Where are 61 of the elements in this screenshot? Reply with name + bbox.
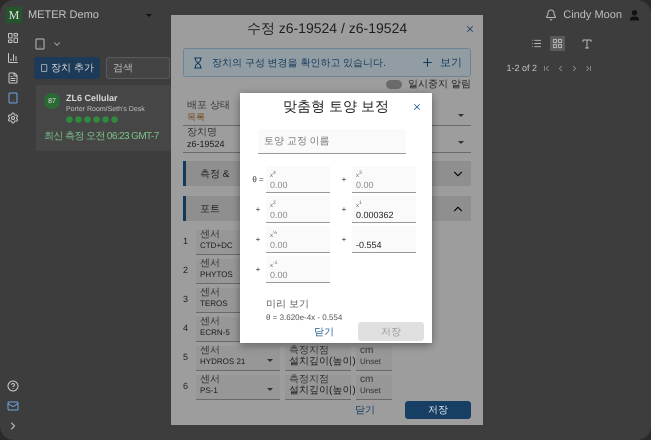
org-name[interactable]: METER Demo (28, 9, 99, 21)
sign-label: + (340, 205, 348, 214)
bar-chart-icon[interactable] (7, 52, 19, 64)
tablet-icon[interactable] (34, 38, 46, 50)
logo: M (6, 7, 22, 23)
name-field[interactable]: 토양 교정 이름 (258, 129, 406, 154)
caret-icon (457, 140, 465, 145)
device-name: ZL6 Cellular (66, 93, 118, 103)
toggle-switch[interactable] (386, 80, 402, 89)
sign-label: + (254, 205, 262, 214)
toggle-label: 일시중지 알림 (408, 78, 471, 90)
dialog-title: 수정 z6-19524 / z6-19524 (246, 20, 408, 38)
port-number: 2 (183, 264, 190, 274)
last-page-icon[interactable] (584, 64, 593, 72)
pagination-label: 1-2 of 2 (506, 63, 537, 73)
status-dots-drawing (66, 116, 118, 123)
caret-icon (266, 387, 274, 392)
previous-page-icon[interactable] (556, 64, 565, 72)
close-button[interactable] (465, 24, 475, 34)
next-page-icon[interactable] (570, 64, 579, 72)
port-number: 3 (183, 294, 190, 304)
depth-field[interactable]: cm Unset (356, 346, 392, 371)
sign-label: θ = (252, 175, 264, 184)
sign-label: + (254, 265, 262, 274)
depth-field[interactable]: cm Unset (356, 375, 392, 400)
coefficient-field[interactable]: -0.554 (352, 226, 416, 253)
mail-icon[interactable] (7, 400, 19, 412)
tablet-icon (40, 63, 48, 73)
port-number: 1 (183, 236, 190, 246)
sign-label: + (254, 235, 262, 244)
help-icon[interactable] (7, 380, 19, 392)
port-number: 5 (183, 352, 190, 362)
latest-reading: 최신 측정 오전 06:23 GMT-7 (44, 130, 159, 143)
sensor-select[interactable]: 센서 PS-1 (196, 375, 280, 400)
sign-label: + (340, 235, 348, 244)
grid-view-button[interactable] (550, 36, 565, 51)
close-button[interactable]: 닫기 (347, 401, 383, 419)
bell-icon[interactable] (545, 9, 558, 21)
dashboard-icon[interactable] (7, 32, 19, 44)
save-button[interactable]: 저장 (405, 401, 471, 419)
dialog-title: 맞춤형 토양 보정 (283, 98, 389, 116)
sensor-select[interactable]: 센서 HYDROS 21 (196, 346, 280, 371)
search-field[interactable]: 검색 (106, 57, 170, 79)
text-icon[interactable] (581, 38, 593, 50)
banner-text: 장치의 구성 변경을 확인하고 있습니다. (212, 56, 387, 70)
tablet-icon[interactable] (7, 92, 19, 104)
plus-icon (421, 56, 434, 69)
close-button[interactable]: 닫기 (306, 322, 342, 340)
view-button[interactable]: 보기 (421, 55, 462, 70)
first-page-icon[interactable] (542, 64, 551, 72)
port-number: 6 (183, 380, 190, 390)
close-button[interactable] (412, 102, 422, 112)
settings-icon[interactable] (7, 112, 19, 124)
sign-label: + (340, 175, 348, 184)
port-number: 4 (183, 322, 190, 332)
user-name[interactable]: Cindy Moon (563, 9, 622, 21)
caret-icon (457, 113, 465, 118)
caret-icon (266, 358, 274, 363)
hourglass-icon (192, 56, 204, 68)
add-device-button[interactable]: 장치 추가 (34, 57, 100, 79)
document-icon[interactable] (7, 72, 19, 84)
